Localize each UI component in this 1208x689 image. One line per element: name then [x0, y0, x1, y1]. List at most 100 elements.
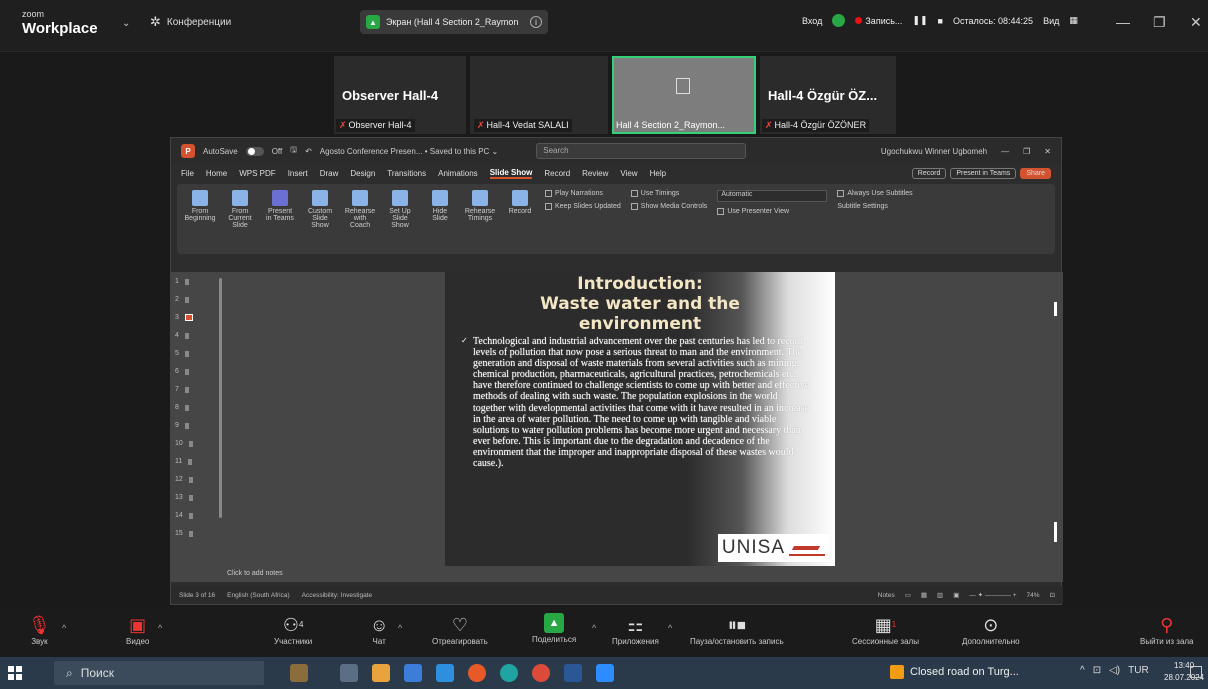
status-notes[interactable]: Notes: [878, 592, 895, 599]
tab-draw[interactable]: Draw: [320, 169, 339, 178]
participants-button[interactable]: ⚇ 4 Участники: [274, 613, 312, 646]
checkbox[interactable]: [630, 190, 638, 197]
presenter-view-check[interactable]: Use Presenter View: [717, 208, 827, 215]
save-icon[interactable]: 🖫: [290, 144, 297, 158]
ppt-maximize-icon[interactable]: ❐: [1023, 147, 1030, 156]
tab-file[interactable]: File: [181, 169, 194, 178]
share-screen-button[interactable]: ▲ Поделиться: [532, 613, 576, 644]
react-button[interactable]: ♡ Отреагировать: [432, 613, 488, 646]
ppt-search-input[interactable]: Search: [536, 143, 747, 159]
monitor-select[interactable]: Automatic: [717, 190, 828, 202]
maximize-icon[interactable]: ❐: [1153, 14, 1166, 31]
status-zoom[interactable]: 74%: [1027, 592, 1040, 599]
checkbox[interactable]: [717, 208, 725, 215]
participant-tile-raymon[interactable]: Hall 4 Section 2_Raymon...: [612, 56, 756, 134]
participant-tile-vedat[interactable]: ✗ Hall-4 Vedat SALALI: [470, 56, 608, 134]
normal-view-icon[interactable]: ▭: [905, 591, 911, 599]
pause-icon[interactable]: ❚❚: [912, 15, 927, 26]
record-button[interactable]: Record: [911, 167, 947, 179]
reading-view-icon[interactable]: ▥: [937, 591, 943, 599]
video-options-icon[interactable]: ^: [158, 623, 162, 633]
keep-updated-check[interactable]: Keep Slides Updated: [545, 203, 621, 210]
thumbnail-item[interactable]: 7: [175, 386, 189, 393]
tab-review[interactable]: Review: [582, 169, 608, 178]
fit-slide-icon[interactable]: ⊡: [1050, 591, 1055, 599]
always-subtitles-check[interactable]: Always Use Subtitles: [837, 190, 913, 197]
custom-show-button[interactable]: Custom Slide Show: [305, 190, 335, 248]
thumbnail-item[interactable]: 5: [175, 350, 189, 357]
user-name[interactable]: Ugochukwu Winner Ugbomeh: [881, 147, 987, 156]
thumbnail-item[interactable]: 2: [175, 296, 189, 303]
share-button[interactable]: Share: [1020, 167, 1051, 179]
chrome-icon[interactable]: [532, 664, 550, 682]
ppt-close-icon[interactable]: ✕: [1044, 147, 1051, 156]
stop-icon[interactable]: ■: [938, 16, 943, 26]
notes-placeholder[interactable]: Click to add notes: [227, 570, 283, 577]
thumbnail-item[interactable]: 1: [175, 278, 189, 285]
video-button[interactable]: ▣ Видео: [126, 613, 149, 646]
share-options-icon[interactable]: ^: [592, 623, 596, 633]
checkbox[interactable]: [630, 203, 638, 210]
thumbnail-scrollbar[interactable]: [219, 278, 222, 518]
volume-icon[interactable]: ◁): [1109, 665, 1120, 676]
participant-tile-observer[interactable]: Observer Hall-4 ✗ Observer Hall-4: [334, 56, 466, 134]
apps-options-icon[interactable]: ^: [668, 623, 672, 633]
network-icon[interactable]: ⊡: [1093, 665, 1101, 676]
login-label[interactable]: Вход: [802, 16, 822, 26]
chevron-down-icon[interactable]: ⌄: [122, 18, 130, 29]
thumbnail-item[interactable]: 11: [175, 458, 193, 465]
tab-help[interactable]: Help: [650, 169, 666, 178]
sorter-view-icon[interactable]: ▦: [921, 591, 927, 599]
present-teams-ribbon-button[interactable]: Present in Teams: [265, 190, 295, 248]
tab-home[interactable]: Home: [206, 169, 227, 178]
thumbnail-item-selected[interactable]: 3: [175, 314, 193, 321]
thumbnail-item[interactable]: 4: [175, 332, 189, 339]
info-icon[interactable]: i: [530, 16, 542, 28]
checkbox[interactable]: [545, 190, 552, 197]
leave-button[interactable]: ⚲ Выйти из зала: [1140, 613, 1194, 646]
audio-button[interactable]: 🎙 Звук: [28, 613, 51, 646]
from-current-button[interactable]: From Current Slide: [225, 190, 255, 248]
hide-slide-button[interactable]: Hide Slide: [425, 190, 455, 248]
thumbnail-item[interactable]: 12: [175, 476, 193, 483]
tab-animations[interactable]: Animations: [438, 169, 478, 178]
store-icon[interactable]: [404, 664, 422, 682]
from-beginning-button[interactable]: From Beginning: [184, 190, 216, 248]
chat-button[interactable]: ☺ Чат: [370, 613, 388, 646]
view-menu[interactable]: Вид: [1043, 16, 1059, 26]
chat-options-icon[interactable]: ^: [398, 623, 402, 633]
close-icon[interactable]: ✕: [1190, 14, 1202, 31]
firefox-icon[interactable]: [468, 664, 486, 682]
grid-view-icon[interactable]: ▦: [1069, 15, 1078, 26]
conference-menu[interactable]: ✲ Конференции: [150, 14, 231, 30]
tab-record[interactable]: Record: [544, 169, 570, 178]
show-media-check[interactable]: Show Media Controls: [630, 203, 707, 210]
task-view-icon[interactable]: [340, 664, 358, 682]
vertical-scrollbar-thumb[interactable]: [1054, 302, 1057, 316]
status-accessibility[interactable]: Accessibility: Investigate: [302, 592, 372, 599]
recording-indicator[interactable]: Запись...: [855, 16, 902, 26]
taskbar-app-widget-icon[interactable]: [290, 664, 308, 682]
slide-canvas[interactable]: Introduction: Waste water and the enviro…: [445, 272, 835, 566]
tray-expand-icon[interactable]: ^: [1080, 665, 1085, 676]
tab-wps-pdf[interactable]: WPS PDF: [239, 169, 275, 178]
breakout-rooms-button[interactable]: ▦ 1 Сессионные залы: [852, 613, 919, 646]
thumbnail-item[interactable]: 10: [175, 440, 193, 447]
participant-tile-ozgur[interactable]: Hall-4 Özgür ÖZ... ✗ Hall-4 Özgür ÖZÖNER: [760, 56, 896, 134]
thumbnail-item[interactable]: 8: [175, 404, 189, 411]
mail-icon[interactable]: [436, 664, 454, 682]
zoom-slider[interactable]: — ✦ ———— +: [969, 591, 1016, 599]
windows-start-icon[interactable]: [8, 666, 22, 680]
notification-icon[interactable]: [1190, 666, 1202, 678]
zoom-app-icon[interactable]: [596, 664, 614, 682]
rehearse-timings-button[interactable]: Rehearse Timings: [465, 190, 495, 248]
rehearse-coach-button[interactable]: Rehearse with Coach: [345, 190, 375, 248]
tab-transitions[interactable]: Transitions: [387, 169, 426, 178]
edge-icon[interactable]: [500, 664, 518, 682]
record-ribbon-button[interactable]: Record: [505, 190, 535, 248]
present-teams-button[interactable]: Present in Teams: [950, 167, 1017, 179]
minimize-icon[interactable]: —: [1116, 14, 1130, 30]
tab-slide-show[interactable]: Slide Show: [489, 168, 533, 179]
play-narrations-check[interactable]: Play Narrations: [545, 190, 621, 197]
doc-title[interactable]: Agosto Conference Presen... • Saved to t…: [320, 147, 498, 156]
